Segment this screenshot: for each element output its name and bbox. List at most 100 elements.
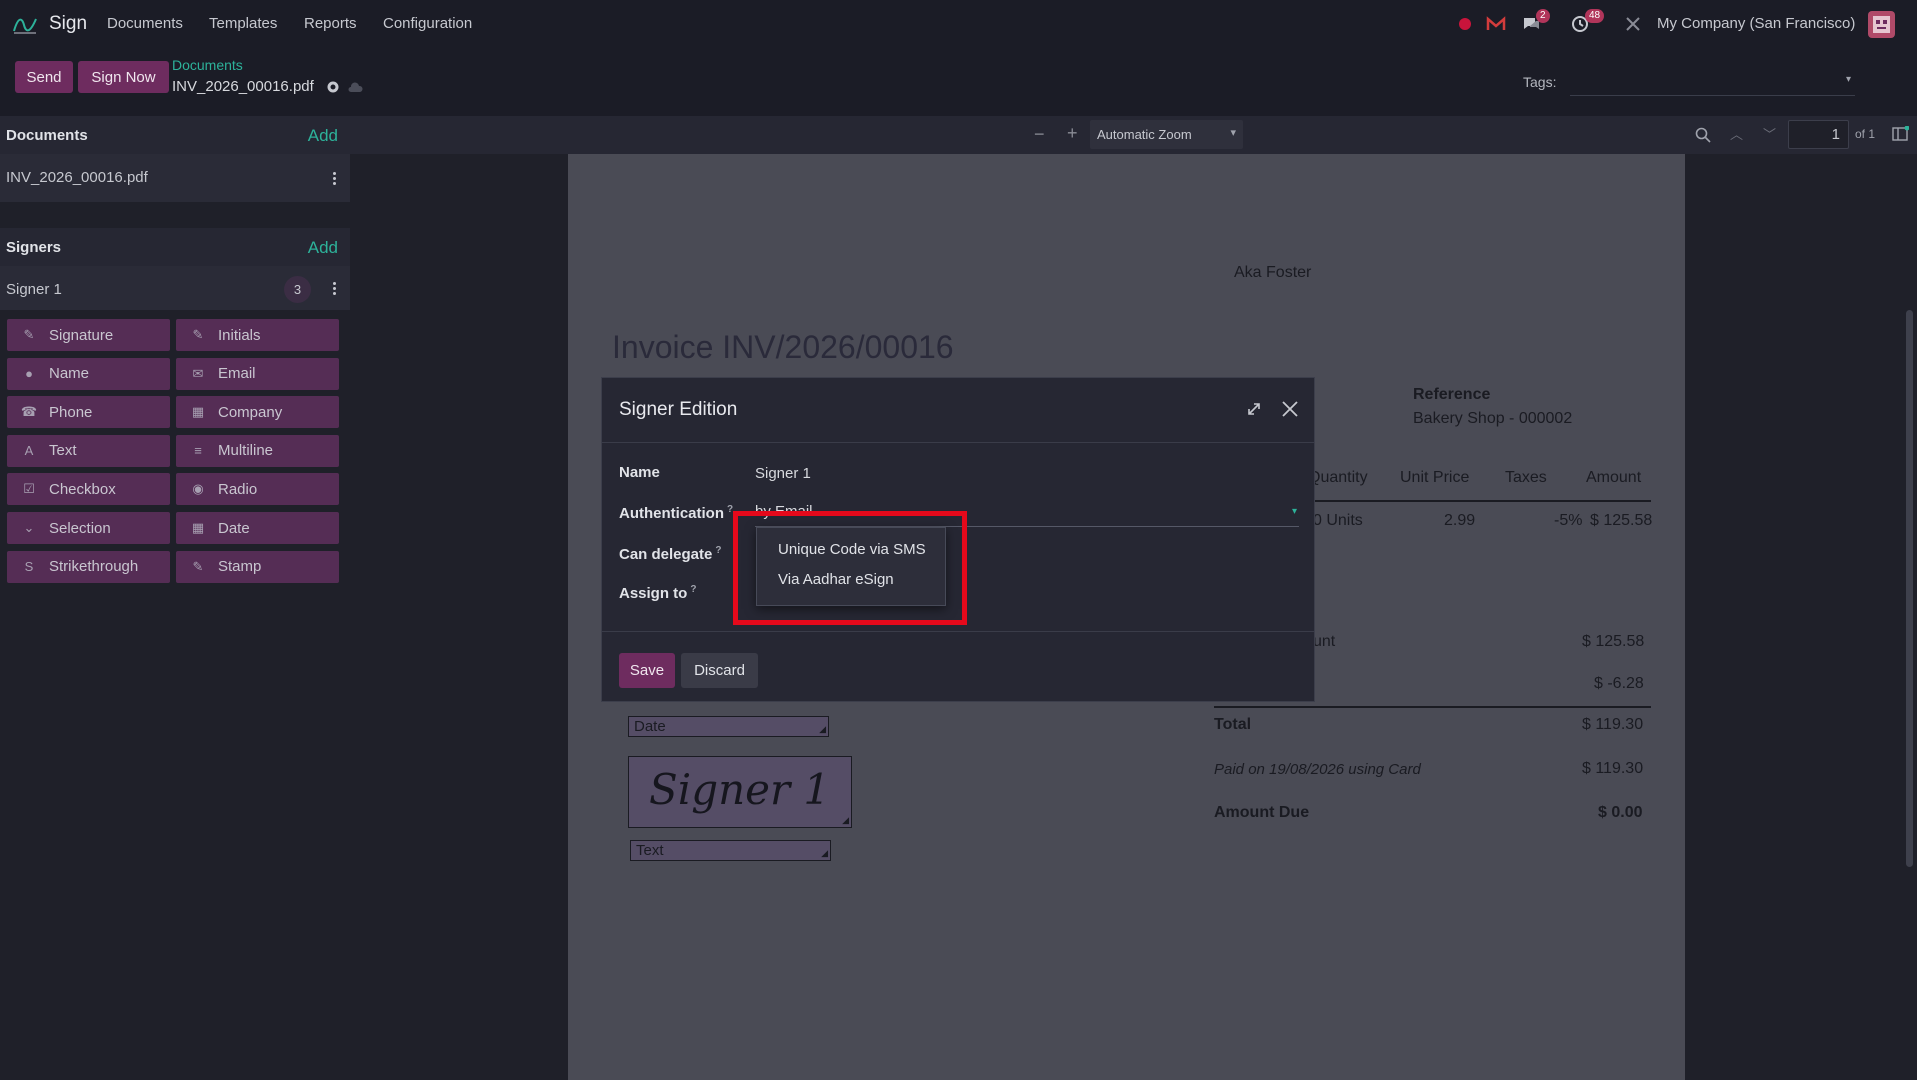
row-amount: $ 125.58 <box>1590 512 1653 529</box>
signature-field-placeholder[interactable]: Signer 1 ◢ <box>628 756 852 828</box>
date-field-placeholder[interactable]: Date ◢ <box>628 716 829 737</box>
field-button-signature[interactable]: ✎ Signature <box>7 319 170 351</box>
record-icon[interactable] <box>1455 14 1475 34</box>
top-navbar: Sign Documents Templates Reports Configu… <box>0 0 1917 48</box>
resize-handle-icon[interactable]: ◢ <box>819 724 826 735</box>
tools-icon[interactable] <box>1623 14 1643 34</box>
zoom-in-icon[interactable]: + <box>1067 123 1078 144</box>
row-quantity: 0 Units <box>1313 512 1363 529</box>
field-button-label: Name <box>49 365 90 383</box>
field-button-label: Email <box>218 365 256 383</box>
signers-section-title: Signers <box>6 239 62 256</box>
field-button-label: Strikethrough <box>49 558 139 576</box>
zoom-select[interactable]: Automatic Zoom ▾ <box>1090 120 1243 149</box>
field-button-label: Stamp <box>218 558 262 576</box>
field-button-label: Signature <box>49 326 114 344</box>
field-button-strikethrough[interactable]: S Strikethrough <box>7 550 170 583</box>
add-document-button[interactable]: Add <box>308 126 338 146</box>
field-button-label: Multiline <box>218 442 274 460</box>
menu-documents[interactable]: Documents <box>107 15 183 32</box>
add-signer-button[interactable]: Add <box>308 238 338 258</box>
name-value[interactable]: Signer 1 <box>755 465 811 482</box>
company-switcher[interactable]: My Company (San Francisco) <box>1657 15 1855 32</box>
field-button-stamp[interactable]: ✎ Stamp <box>176 550 339 583</box>
menu-templates[interactable]: Templates <box>209 15 277 32</box>
building-icon: ▦ <box>191 404 205 420</box>
breadcrumb-documents[interactable]: Documents <box>172 57 243 73</box>
field-button-radio[interactable]: ◉ Radio <box>176 473 339 506</box>
zoom-out-icon[interactable]: − <box>1034 124 1045 145</box>
sidebar-toggle-icon[interactable] <box>1892 126 1909 142</box>
gmail-icon[interactable] <box>1486 14 1506 34</box>
resize-handle-icon[interactable]: ◢ <box>842 815 849 826</box>
signature-field-text: Signer 1 <box>649 765 831 814</box>
field-button-checkbox[interactable]: ☑ Checkbox <box>7 473 170 506</box>
field-button-phone[interactable]: ☎ Phone <box>7 396 170 429</box>
user-avatar[interactable] <box>1868 11 1895 38</box>
table-header-divider <box>1308 500 1651 502</box>
chevron-down-icon: ▾ <box>1230 127 1236 139</box>
field-button-selection[interactable]: ⌄ Selection <box>7 512 170 544</box>
field-button-company[interactable]: ▦ Company <box>176 396 339 429</box>
dialog-header: Signer Edition <box>602 378 1314 443</box>
calendar-icon: ▦ <box>191 520 205 535</box>
menu-configuration[interactable]: Configuration <box>383 15 472 32</box>
page-total: of 1 <box>1855 127 1876 141</box>
control-panel: Send Sign Now Documents INV_2026_00016.p… <box>0 48 1917 116</box>
field-button-label: Checkbox <box>49 480 116 498</box>
chevron-up-icon[interactable]: ︿ <box>1730 124 1743 143</box>
kebab-menu-icon[interactable] <box>333 282 337 297</box>
amount-due-label: Amount Due <box>1214 804 1310 821</box>
search-icon[interactable] <box>1695 127 1711 143</box>
chevron-down-icon: ▾ <box>1845 74 1851 85</box>
app-name[interactable]: Sign <box>49 13 87 35</box>
field-button-email[interactable]: ✉ Email <box>176 357 339 390</box>
help-tooltip-icon[interactable]: ? <box>715 545 721 556</box>
close-icon[interactable] <box>1281 400 1299 418</box>
kebab-menu-icon[interactable] <box>333 172 337 187</box>
save-button[interactable]: Save <box>619 653 675 688</box>
sign-now-button[interactable]: Sign Now <box>78 61 169 93</box>
document-item[interactable]: INV_2026_00016.pdf <box>0 154 350 202</box>
field-button-name[interactable]: ● Name <box>7 357 170 390</box>
highlight-annotation-box <box>733 511 967 625</box>
sign-sidebar: Documents Add INV_2026_00016.pdf Signers… <box>0 116 350 1080</box>
field-button-text[interactable]: A Text <box>7 434 170 467</box>
pencil-square-icon: ✎ <box>23 327 35 342</box>
chevron-down-icon: ⌄ <box>23 520 35 535</box>
amount-due-value: $ 0.00 <box>1598 804 1643 821</box>
help-tooltip-icon[interactable]: ? <box>690 584 696 595</box>
pencil-square-icon: ✎ <box>192 558 204 574</box>
page-number-input[interactable]: 1 <box>1788 120 1849 149</box>
signers-section-header: Signers Add <box>0 228 350 266</box>
field-button-label: Date <box>218 519 250 537</box>
chat-badge: 2 <box>1536 9 1550 23</box>
chevron-down-icon[interactable]: ﹀ <box>1763 124 1776 143</box>
chevron-down-icon: ▾ <box>1291 506 1297 517</box>
sign-app-logo-icon[interactable] <box>12 13 38 35</box>
discard-button[interactable]: Discard <box>681 653 758 688</box>
can-delegate-label-text: Can delegate <box>619 546 713 563</box>
field-button-initials[interactable]: ✎ Initials <box>176 319 339 351</box>
cloud-icon <box>348 82 363 92</box>
invoice-title: Invoice INV/2026/00016 <box>612 329 954 365</box>
field-button-multiline[interactable]: ≡ Multiline <box>176 434 339 467</box>
font-icon: A <box>24 443 34 459</box>
send-button[interactable]: Send <box>15 61 73 93</box>
paid-value: $ 119.30 <box>1582 760 1644 777</box>
lines-icon: ≡ <box>194 443 202 459</box>
text-field-placeholder[interactable]: Text ◢ <box>630 840 831 861</box>
field-button-date[interactable]: ▦ Date <box>176 512 339 544</box>
tags-input[interactable]: ▾ <box>1570 70 1855 96</box>
viewer-scrollbar[interactable] <box>1906 310 1913 867</box>
field-button-label: Text <box>49 442 77 460</box>
gear-icon[interactable] <box>326 80 340 94</box>
column-taxes: Taxes <box>1505 469 1547 486</box>
menu-reports[interactable]: Reports <box>304 15 357 32</box>
expand-icon[interactable] <box>1246 401 1262 417</box>
resize-handle-icon[interactable]: ◢ <box>821 848 828 859</box>
column-quantity: Quantity <box>1308 469 1368 486</box>
authentication-label: Authentication? <box>619 504 733 522</box>
signer-item[interactable]: Signer 1 3 <box>0 266 350 310</box>
dialog-title: Signer Edition <box>619 399 738 420</box>
